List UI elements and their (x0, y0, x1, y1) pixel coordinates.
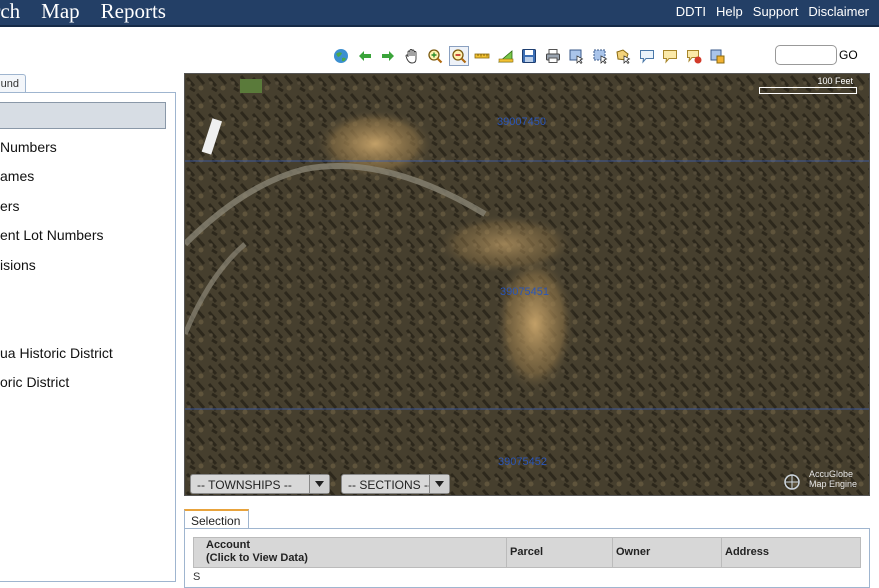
column-header-owner[interactable]: Owner (616, 546, 650, 559)
select-polygon-icon[interactable] (613, 46, 633, 66)
menu-map[interactable]: Map (41, 0, 80, 25)
aerial-imagery (185, 74, 869, 495)
globe-icon[interactable] (331, 46, 351, 66)
account-header-line-2: (Click to View Data) (206, 552, 308, 564)
go-button[interactable]: GO (839, 48, 858, 62)
parcel-label[interactable]: 39007450 (497, 116, 546, 128)
scale-bar (759, 87, 857, 94)
layer-item-subdivisions[interactable]: isions (0, 257, 36, 273)
measure-area-icon[interactable] (496, 46, 516, 66)
utility-links: DDTI Help Support Disclaimer (666, 0, 869, 24)
measure-line-icon[interactable] (472, 46, 492, 66)
select-rect-icon[interactable] (590, 46, 610, 66)
map-view[interactable]: 100 Feet 39007450 39075451 39075452 -- T… (184, 73, 870, 496)
zoom-out-icon[interactable] (448, 46, 469, 66)
sections-dropdown-value: -- SECTIONS -- (348, 478, 432, 492)
parcel-label[interactable]: 39075451 (500, 286, 549, 298)
layer-item-names[interactable]: ames (0, 168, 34, 184)
map-engine-credit: AccuGlobe Map Engine (809, 469, 857, 489)
column-header-account[interactable]: Account (Click to View Data) (206, 539, 308, 565)
top-nav-bar: arch Map Reports DDTI Help Support Discl… (0, 0, 879, 27)
arrow-left-icon[interactable] (355, 46, 375, 66)
column-divider (612, 537, 613, 568)
engine-line-1: AccuGlobe (808, 469, 853, 479)
zoom-in-icon[interactable] (425, 46, 445, 66)
pan-hand-icon[interactable] (402, 46, 422, 66)
chevron-down-icon (429, 475, 449, 493)
column-divider (506, 537, 507, 568)
arrow-right-icon[interactable] (378, 46, 398, 66)
layer-item-historic-district-2[interactable]: oric District (0, 374, 69, 390)
townships-dropdown-value: -- TOWNSHIPS -- (197, 478, 292, 492)
townships-dropdown[interactable]: -- TOWNSHIPS -- (190, 474, 330, 494)
chevron-down-icon (309, 475, 329, 493)
identify-icon[interactable] (660, 46, 680, 66)
export-icon[interactable] (707, 46, 727, 66)
select-point-icon[interactable] (566, 46, 586, 66)
clear-icon[interactable] (684, 46, 704, 66)
column-header-parcel[interactable]: Parcel (510, 546, 543, 559)
accuglobe-logo-icon (784, 474, 800, 490)
main-menu: arch Map Reports (0, 0, 187, 25)
menu-search[interactable]: arch (0, 0, 20, 25)
scale-bar-label: 100 Feet (817, 76, 853, 86)
tab-selection[interactable]: Selection (184, 509, 249, 529)
menu-reports[interactable]: Reports (101, 0, 166, 25)
layer-item-historic-district-1[interactable]: ua Historic District (0, 345, 113, 361)
parcel-label[interactable]: 39075452 (498, 456, 547, 468)
link-ddti[interactable]: DDTI (676, 0, 706, 24)
column-divider (721, 537, 722, 568)
save-icon[interactable] (519, 46, 539, 66)
goto-input[interactable] (775, 45, 837, 65)
print-icon[interactable] (543, 46, 563, 66)
link-help[interactable]: Help (716, 0, 743, 24)
layer-item-ers[interactable]: ers (0, 198, 19, 214)
layer-item-numbers[interactable]: Numbers (0, 139, 57, 155)
account-header-line-1: Account (206, 539, 250, 551)
callout-icon[interactable] (637, 46, 657, 66)
layer-item-lot-numbers[interactable]: ent Lot Numbers (0, 227, 104, 243)
layer-list-panel (0, 92, 176, 582)
map-toolbar (331, 45, 731, 67)
left-panel-tab[interactable]: und (0, 74, 26, 93)
link-support[interactable]: Support (753, 0, 799, 24)
table-row: S (193, 571, 201, 583)
selected-layer-item[interactable] (0, 102, 166, 129)
column-header-address[interactable]: Address (725, 546, 769, 559)
link-disclaimer[interactable]: Disclaimer (808, 0, 869, 24)
sections-dropdown[interactable]: -- SECTIONS -- (341, 474, 450, 494)
engine-line-2: Map Engine (808, 479, 857, 489)
